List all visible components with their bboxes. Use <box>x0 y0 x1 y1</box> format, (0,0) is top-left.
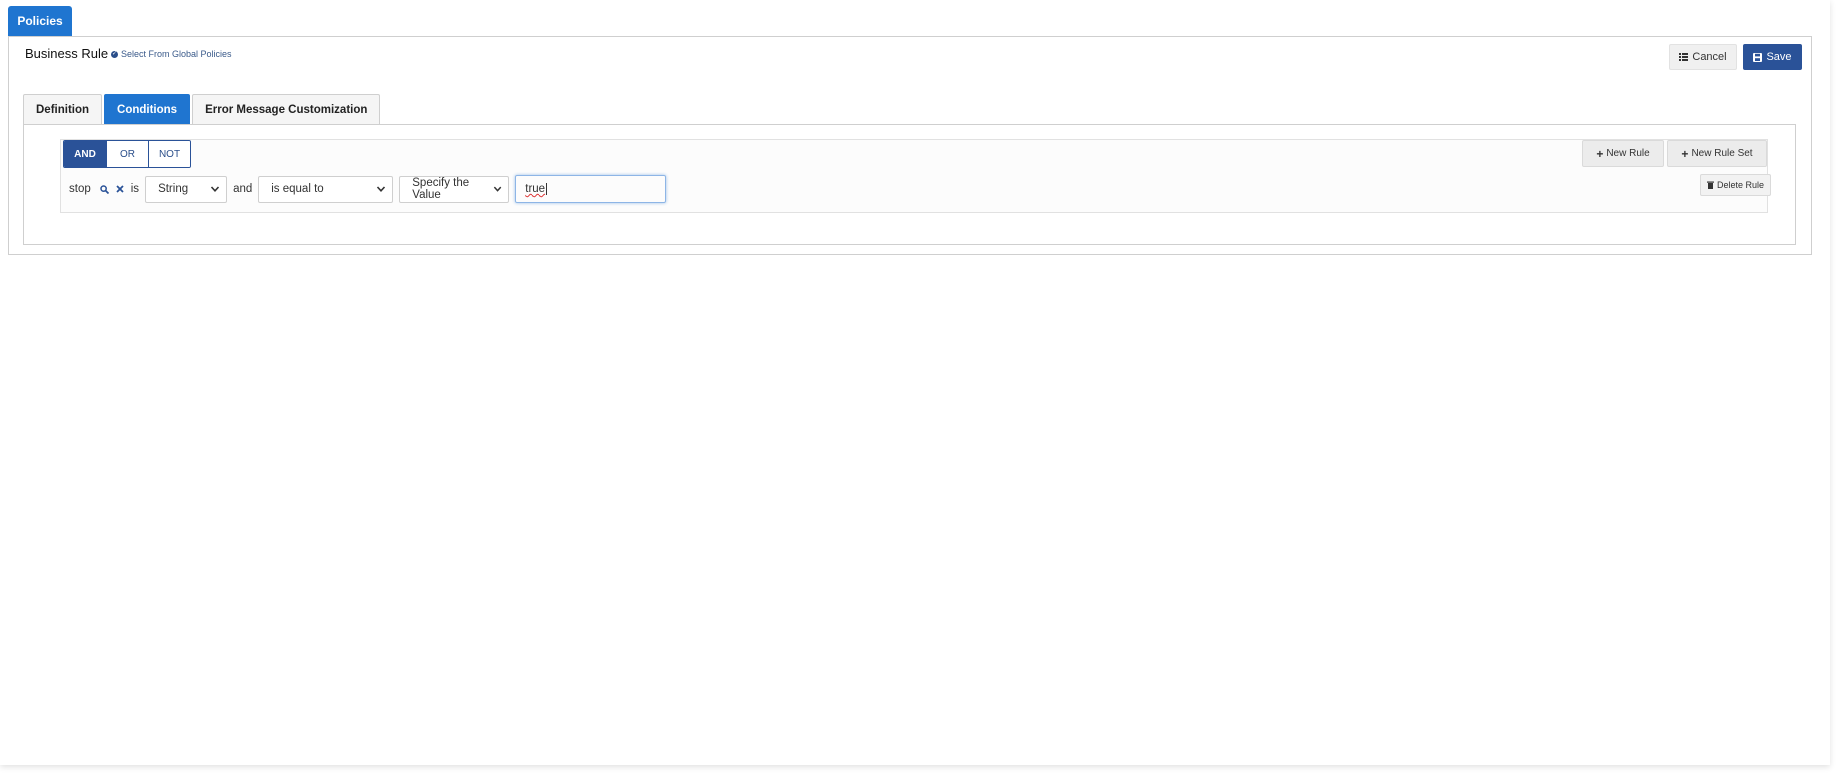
and-button[interactable]: AND <box>64 141 106 167</box>
text-caret <box>546 183 548 195</box>
not-button[interactable]: NOT <box>148 141 190 167</box>
value-input[interactable]: true <box>515 175 667 203</box>
value-mode-select[interactable]: Specify the Value <box>399 175 510 203</box>
search-icon[interactable] <box>100 184 109 194</box>
plus-icon: + <box>1596 146 1604 161</box>
delete-rule-label: Delete Rule <box>1716 180 1765 190</box>
type-select[interactable]: String <box>145 175 228 203</box>
save-label: Save <box>1766 51 1792 63</box>
operator-select-value: is equal to <box>271 183 324 195</box>
value-input-text: true <box>525 183 546 195</box>
new-rule-button[interactable]: + New Rule <box>1582 140 1664 167</box>
rule-group: AND OR NOT + New Rule + New Rule Set sto… <box>60 139 1771 213</box>
is-label: is <box>130 183 140 195</box>
business-rule-panel: Business Rule ✓ Select From Global Polic… <box>8 36 1812 255</box>
delete-rule-button[interactable]: Delete Rule <box>1700 174 1771 196</box>
select-global-policies-label: Select From Global Policies <box>121 49 232 59</box>
select-global-policies-link[interactable]: ✓ Select From Global Policies <box>111 49 232 59</box>
tab-policies[interactable]: Policies <box>8 6 72 36</box>
floppy-disk-icon <box>1753 52 1763 62</box>
trash-icon <box>1706 181 1714 189</box>
tab-definition[interactable]: Definition <box>23 94 103 124</box>
check-circle-icon: ✓ <box>111 50 118 58</box>
value-mode-select-value: Specify the Value <box>412 177 470 201</box>
new-rule-label: New Rule <box>1606 148 1650 159</box>
operator-select[interactable]: is equal to <box>258 175 394 203</box>
new-rule-set-button[interactable]: + New Rule Set <box>1667 140 1767 167</box>
rule-row: stop is String and is equal to Specify t… <box>69 175 667 203</box>
rule-tabs: Definition Conditions Error Message Cust… <box>23 94 381 124</box>
rule-field-name: stop <box>69 183 91 195</box>
tab-error-message-customization[interactable]: Error Message Customization <box>192 94 381 124</box>
logic-toggle-group: AND OR NOT <box>63 140 191 168</box>
conditions-panel: AND OR NOT + New Rule + New Rule Set sto… <box>23 124 1796 245</box>
chevron-down-icon <box>377 186 386 192</box>
plus-icon: + <box>1681 146 1689 161</box>
new-rule-set-label: New Rule Set <box>1691 148 1753 159</box>
page-title: Business Rule <box>25 46 109 61</box>
tab-conditions[interactable]: Conditions <box>104 94 191 124</box>
save-button[interactable]: Save <box>1743 44 1802 70</box>
chevron-down-icon <box>493 186 502 192</box>
type-select-value: String <box>158 183 189 195</box>
or-button[interactable]: OR <box>106 141 148 167</box>
close-icon[interactable] <box>116 185 124 193</box>
cancel-button[interactable]: Cancel <box>1669 44 1737 70</box>
list-icon <box>1679 53 1689 61</box>
chevron-down-icon <box>210 186 220 192</box>
and-label: and <box>233 183 253 195</box>
cancel-label: Cancel <box>1692 51 1727 63</box>
